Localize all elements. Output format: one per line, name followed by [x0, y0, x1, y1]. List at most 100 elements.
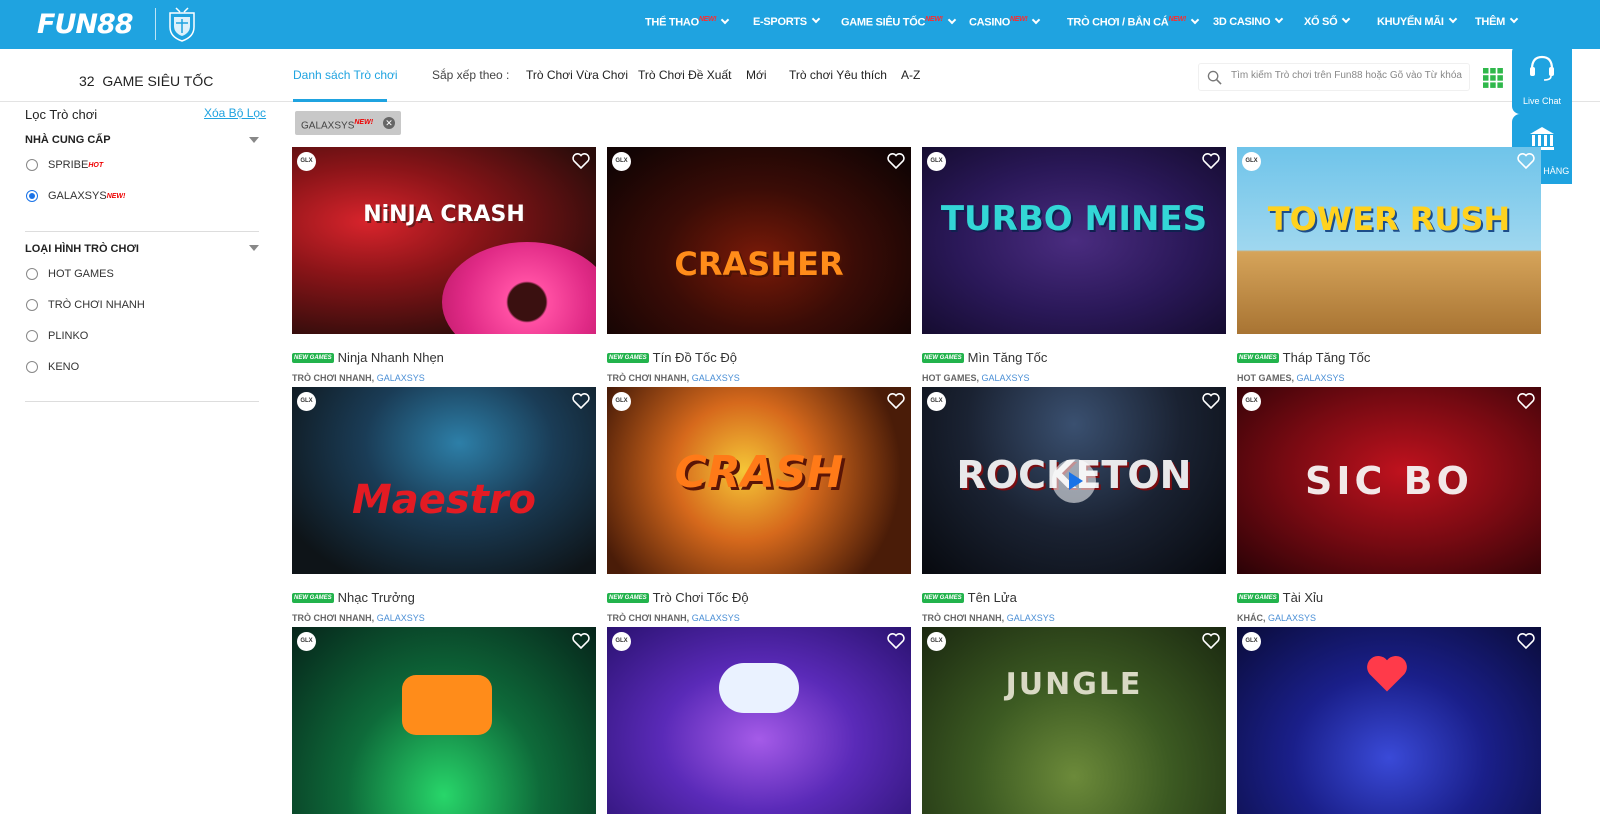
sort-label: Sắp xếp theo : — [432, 68, 510, 82]
game-art-title: SIC BO — [1305, 459, 1473, 503]
favorite-heart-icon[interactable] — [1201, 631, 1221, 651]
new-games-badge: NEW GAMES — [607, 352, 649, 363]
new-games-badge: NEW GAMES — [922, 592, 964, 603]
sort-new[interactable]: Mới — [746, 68, 767, 82]
game-thumbnail[interactable]: JUNGLE — [922, 627, 1226, 814]
section-divider — [25, 231, 259, 232]
game-meta: NEW GAMES Trò Chơi Tốc Độ — [607, 590, 749, 605]
radio-hot-games[interactable] — [26, 268, 38, 280]
game-name[interactable]: Nhạc Trưởng — [338, 590, 415, 605]
nav-esports[interactable]: E-SPORTS — [753, 14, 821, 28]
new-games-badge: NEW GAMES — [292, 352, 334, 363]
live-chat-label: Live Chat — [1522, 96, 1562, 106]
remove-filter-icon[interactable]: ✕ — [383, 117, 396, 129]
game-thumbnail[interactable]: Maestro — [292, 387, 596, 574]
live-chat-button[interactable]: Live Chat — [1512, 44, 1572, 114]
game-art-title: CRASHER — [674, 245, 844, 283]
game-thumbnail[interactable] — [607, 627, 911, 814]
sort-recently-played[interactable]: Trò Chơi Vừa Chơi — [526, 68, 628, 82]
nav-xo-so[interactable]: XỔ SỐ — [1304, 14, 1351, 28]
favorite-heart-icon[interactable] — [886, 151, 906, 171]
favorite-heart-icon[interactable] — [571, 151, 591, 171]
provider-logo-icon: GLX — [927, 632, 946, 651]
tab-active-indicator — [293, 99, 387, 102]
type-option-plinko[interactable]: PLINKO — [26, 330, 88, 342]
favorite-heart-icon[interactable] — [1516, 631, 1536, 651]
filter-title: Lọc Trò chơi — [25, 107, 98, 122]
provider-option-spribe[interactable]: SPRIBE HOT — [26, 159, 103, 171]
type-option-quick-games[interactable]: TRÒ CHƠI NHANH — [26, 299, 145, 311]
headset-icon — [1530, 55, 1554, 81]
game-thumbnail[interactable]: CRASHER — [607, 147, 911, 334]
game-thumbnail[interactable]: ROCKETON — [922, 387, 1226, 574]
search-input[interactable] — [1231, 70, 1463, 81]
sort-favorites[interactable]: Trò chơi Yêu thích — [789, 68, 887, 82]
game-type-heading[interactable]: LOẠI HÌNH TRÒ CHƠI — [25, 243, 139, 255]
game-name[interactable]: Tài Xỉu — [1283, 590, 1323, 605]
favorite-heart-icon[interactable] — [886, 391, 906, 411]
tab-game-list[interactable]: Danh sách Trò chơi — [293, 68, 398, 82]
sort-a-z[interactable]: A-Z — [901, 68, 920, 82]
search-box — [1198, 63, 1470, 91]
sort-recommended[interactable]: Trò Chơi Đề Xuất — [638, 68, 731, 82]
provider-logo-icon: GLX — [297, 152, 316, 171]
grid-view-icon[interactable] — [1483, 68, 1503, 88]
game-type-caret-icon[interactable] — [249, 245, 259, 251]
game-thumbnail[interactable]: SIC BO — [1237, 387, 1541, 574]
game-name[interactable]: Ninja Nhanh Nhẹn — [338, 350, 444, 365]
game-tags: TRÒ CHƠI NHANH, GALAXSYS — [292, 613, 425, 623]
nav-khuyen-mai[interactable]: KHUYẾN MÃI — [1377, 14, 1457, 28]
game-name[interactable]: Tên Lửa — [968, 590, 1017, 605]
game-thumbnail[interactable]: TOWER RUSH — [1237, 147, 1541, 334]
nav-them[interactable]: THÊM — [1475, 14, 1519, 28]
type-option-hot-games[interactable]: HOT GAMES — [26, 268, 114, 280]
radio-keno[interactable] — [26, 361, 38, 373]
nav-tro-choi-ban-ca[interactable]: TRÒ CHƠI / BẮN CÁNEW! — [1067, 15, 1200, 29]
provider-logo-icon: GLX — [1242, 632, 1261, 651]
type-option-keno[interactable]: KENO — [26, 361, 79, 373]
favorite-heart-icon[interactable] — [571, 631, 591, 651]
active-filter-chip: GALAXSYSNEW! ✕ — [295, 111, 402, 135]
game-meta: NEW GAMES Tín Đồ Tốc Độ — [607, 350, 737, 365]
radio-plinko[interactable] — [26, 330, 38, 342]
game-name[interactable]: Mìn Tăng Tốc — [968, 350, 1048, 365]
new-games-badge: NEW GAMES — [292, 592, 334, 603]
game-tags: TRÒ CHƠI NHANH, GALAXSYS — [607, 373, 740, 383]
game-art-title: NiNJA CRASH — [363, 202, 525, 227]
radio-galaxsys[interactable] — [26, 190, 38, 202]
provider-logo-icon: GLX — [612, 392, 631, 411]
play-icon[interactable] — [1052, 459, 1096, 503]
game-tags: HOT GAMES, GALAXSYS — [1237, 373, 1345, 383]
game-name[interactable]: Tháp Tăng Tốc — [1283, 350, 1371, 365]
nav-the-thao[interactable]: THỂ THAONEW! — [645, 15, 730, 29]
sub-toolbar: 32 GAME SIÊU TỐC Danh sách Trò chơi Sắp … — [0, 49, 1600, 102]
provider-heading[interactable]: NHÀ CUNG CẤP — [25, 134, 111, 146]
favorite-heart-icon[interactable] — [1516, 151, 1536, 171]
game-meta: NEW GAMES Tài Xỉu — [1237, 590, 1323, 605]
favorite-heart-icon[interactable] — [571, 391, 591, 411]
provider-option-galaxsys[interactable]: GALAXSYS NEW! — [26, 190, 125, 202]
nav-3d-casino[interactable]: 3D CASINO — [1213, 14, 1284, 28]
game-thumbnail[interactable]: NiNJA CRASH — [292, 147, 596, 334]
clear-filter-link[interactable]: Xóa Bộ Lọc — [204, 106, 266, 120]
new-games-badge: NEW GAMES — [922, 352, 964, 363]
nav-casino[interactable]: CASINONEW! — [969, 15, 1041, 29]
game-thumbnail[interactable] — [1237, 627, 1541, 814]
game-tags: TRÒ CHƠI NHANH, GALAXSYS — [292, 373, 425, 383]
favorite-heart-icon[interactable] — [1201, 151, 1221, 171]
search-icon[interactable] — [1207, 70, 1222, 85]
favorite-heart-icon[interactable] — [1516, 391, 1536, 411]
game-thumbnail[interactable] — [292, 627, 596, 814]
nav-game-sieu-toc[interactable]: GAME SIÊU TỐCNEW! — [841, 15, 956, 29]
favorite-heart-icon[interactable] — [886, 631, 906, 651]
game-name[interactable]: Trò Chơi Tốc Độ — [653, 590, 749, 605]
game-thumbnail[interactable]: CRASH — [607, 387, 911, 574]
radio-spribe[interactable] — [26, 159, 38, 171]
provider-logo-icon: GLX — [1242, 392, 1261, 411]
main-nav: THỂ THAONEW! E-SPORTS GAME SIÊU TỐCNEW! … — [0, 0, 1600, 49]
game-name[interactable]: Tín Đồ Tốc Độ — [653, 350, 737, 365]
favorite-heart-icon[interactable] — [1201, 391, 1221, 411]
radio-quick-games[interactable] — [26, 299, 38, 311]
game-thumbnail[interactable]: TURBO MINES — [922, 147, 1226, 334]
provider-caret-icon[interactable] — [249, 137, 259, 143]
